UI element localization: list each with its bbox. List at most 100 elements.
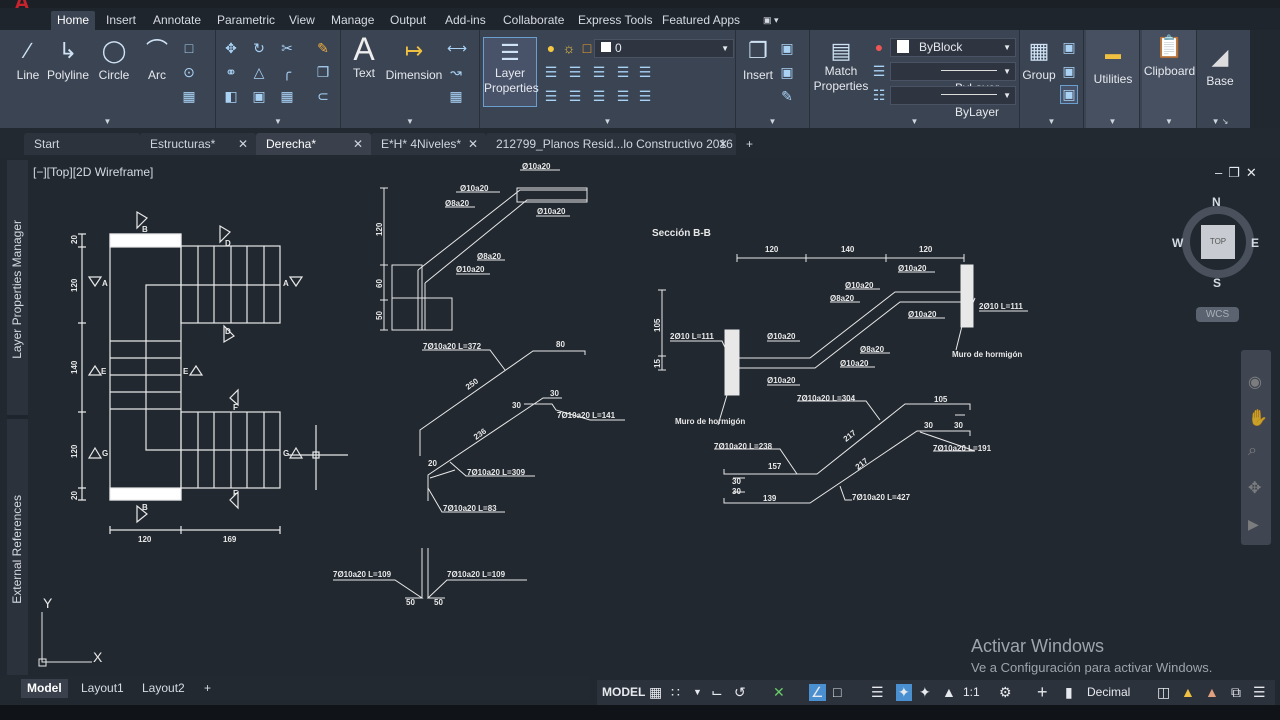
isolate-objects-icon[interactable]: ▲ <box>1205 684 1219 701</box>
layer-tool-icon[interactable]: ☰ <box>590 88 608 105</box>
layer-tool-icon[interactable]: ☰ <box>566 88 584 105</box>
groups-panel-expand[interactable]: ▼ <box>1020 116 1083 128</box>
doc-tab-4niveles[interactable]: E*H* 4Niveles* ✕ <box>371 133 486 155</box>
tab-home[interactable]: Home <box>51 11 96 30</box>
close-icon[interactable]: ✕ <box>353 133 363 155</box>
color-dropdown[interactable]: ByBlock ▼ <box>890 38 1016 57</box>
annotation-scale-dropdown[interactable]: 1:1 <box>963 684 980 701</box>
customization-menu-icon[interactable]: ☰ <box>1253 684 1266 701</box>
ortho-icon[interactable]: ⌙ <box>711 684 723 701</box>
annotation-scale-icon[interactable]: ▲ <box>942 684 956 701</box>
dimension-button[interactable]: ↦ Dimension <box>385 38 443 83</box>
restore-icon[interactable]: ❐ <box>1228 165 1246 180</box>
layer-tool-icon[interactable]: ☰ <box>614 88 632 105</box>
doc-tab-derecha[interactable]: Derecha* ✕ <box>256 133 371 155</box>
tab-layout1[interactable]: Layout1 <box>75 679 130 698</box>
tab-model[interactable]: Model <box>21 679 68 698</box>
doc-tab-estructuras[interactable]: Estructuras* ✕ <box>140 133 256 155</box>
layer-tool-icon[interactable]: ☰ <box>636 64 654 81</box>
viewcube[interactable]: TOP N S E W <box>1172 195 1259 290</box>
pan-hand-icon[interactable]: ✋ <box>1248 408 1268 428</box>
layer-properties-button[interactable]: ☰ Layer Properties <box>483 37 539 107</box>
tab-view[interactable]: View <box>283 11 321 30</box>
tab-express-tools[interactable]: Express Tools <box>572 11 658 30</box>
scale-icon[interactable]: ▣ <box>250 88 268 105</box>
wcs-menu[interactable]: WCS <box>1196 307 1239 322</box>
linear-dim-icon[interactable]: ⟷ <box>447 40 467 57</box>
create-block-icon[interactable]: ▣ <box>778 40 796 57</box>
lineweight-icon[interactable]: ☰ <box>870 63 888 80</box>
viewcube-top-face[interactable]: TOP <box>1201 225 1235 259</box>
grid-icon[interactable]: ▦ <box>649 684 662 701</box>
ungroup-icon[interactable]: ▣ <box>1060 39 1078 56</box>
fillet-icon[interactable]: ╭ <box>278 64 296 81</box>
insert-button[interactable]: ❐ Insert <box>738 38 778 83</box>
steering-wheel-icon[interactable]: ◉ <box>1248 372 1262 392</box>
move-icon[interactable]: ✥ <box>222 40 240 57</box>
auto-scale-icon[interactable]: ✦ <box>919 684 931 701</box>
text-button[interactable]: A Text <box>349 33 379 81</box>
chevron-down-icon[interactable]: ▼ <box>693 684 702 701</box>
lineweight-toggle-icon[interactable]: ☰ <box>871 684 884 701</box>
new-tab-button[interactable]: + <box>740 133 764 155</box>
object-snap-tracking-icon[interactable]: ∠ <box>809 684 826 701</box>
plus-icon[interactable]: + <box>1037 683 1048 701</box>
add-layout-button[interactable]: + <box>198 679 217 698</box>
sun-icon[interactable]: ☼ <box>560 40 578 56</box>
close-icon[interactable]: ✕ <box>718 133 728 155</box>
match-properties-button[interactable]: ▤ Match Properties <box>812 38 870 94</box>
layer-tool-icon[interactable]: ☰ <box>542 64 560 81</box>
tab-collaborate[interactable]: Collaborate <box>497 11 570 30</box>
fullscreen-icon[interactable]: ⧉ <box>1231 684 1241 701</box>
block-panel-expand[interactable]: ▼ <box>736 116 809 128</box>
line-button[interactable]: ∕ Line <box>10 38 46 83</box>
arc-button[interactable]: ⌒ Arc <box>140 38 174 83</box>
snap-icon[interactable]: ∷ <box>671 684 680 701</box>
external-references-palette[interactable]: External References <box>10 495 24 604</box>
quick-properties-icon[interactable]: ◫ <box>1157 684 1170 701</box>
minimize-icon[interactable]: – <box>1215 165 1228 180</box>
showmotion-icon[interactable]: ▶ <box>1248 516 1259 533</box>
view-panel-expand[interactable]: ▼ ↘ <box>1198 116 1242 128</box>
clipboard-panel[interactable]: 📋 Clipboard ▼ <box>1142 30 1197 128</box>
edit-block-icon[interactable]: ▣ <box>778 64 796 81</box>
ellipse-icon[interactable]: ⊙ <box>180 64 198 81</box>
utilities-panel-expand[interactable]: ▼ <box>1086 116 1139 128</box>
modify-panel-expand[interactable]: ▼ <box>216 116 340 128</box>
units-dropdown[interactable]: Decimal <box>1087 684 1130 701</box>
array-icon[interactable]: ▦ <box>278 88 296 105</box>
lineweight-dropdown[interactable]: ByLayer ▼ <box>890 86 1016 119</box>
tab-insert[interactable]: Insert <box>100 11 142 30</box>
layer-tool-icon[interactable]: ☰ <box>542 88 560 105</box>
compass-south[interactable]: S <box>1213 276 1221 290</box>
offset-icon[interactable]: ⊂ <box>314 88 332 105</box>
linetype-dropdown[interactable]: ByLayer▼ <box>890 62 1016 95</box>
mirror-icon[interactable]: △ <box>250 64 268 81</box>
layer-tool-icon[interactable]: ☰ <box>590 64 608 81</box>
table-icon[interactable]: ▦ <box>447 88 465 105</box>
trim-icon[interactable]: ✂ <box>278 40 296 57</box>
doc-tab-start[interactable]: Start <box>24 133 140 155</box>
draw-panel-expand[interactable]: ▼ <box>0 116 215 128</box>
layers-panel-expand[interactable]: ▼ <box>480 116 735 128</box>
object-snap-icon[interactable]: □ <box>833 684 841 701</box>
layer-properties-manager-palette[interactable]: Layer Properties Manager <box>10 220 24 359</box>
tab-parametric[interactable]: Parametric <box>211 11 281 30</box>
circle-button[interactable]: ◯ Circle <box>96 38 132 83</box>
close-icon[interactable]: ✕ <box>1246 165 1263 180</box>
close-icon[interactable]: ✕ <box>468 133 478 155</box>
properties-panel-expand[interactable]: ▼ <box>810 116 1019 128</box>
layer-tool-icon[interactable]: ☰ <box>636 88 654 105</box>
compass-east[interactable]: E <box>1251 236 1259 250</box>
layer-tool-icon[interactable]: ☰ <box>566 64 584 81</box>
annotation-visibility-icon[interactable]: ✦ <box>896 684 912 701</box>
base-button[interactable]: ◢ Base <box>1198 44 1242 89</box>
compass-west[interactable]: W <box>1172 236 1183 250</box>
viewport-controls[interactable]: [−][Top][2D Wireframe] <box>33 165 153 179</box>
rectangle-icon[interactable]: □ <box>180 40 198 56</box>
lock-ui-icon[interactable]: ▲ <box>1181 684 1195 701</box>
workspace-gear-icon[interactable]: ⚙ <box>999 684 1012 701</box>
zoom-extents-icon[interactable]: ⌕ <box>1248 442 1257 460</box>
layer-dropdown[interactable]: 0 ▼ <box>594 39 734 58</box>
stretch-icon[interactable]: ◧ <box>222 88 240 105</box>
